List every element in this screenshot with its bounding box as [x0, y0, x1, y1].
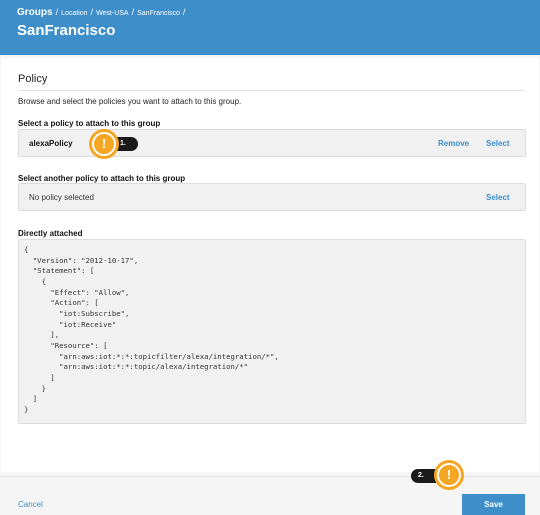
another-policy-field: No policy selected Select [18, 183, 526, 211]
remove-policy-link[interactable]: Remove [438, 139, 469, 148]
attached-policy-name: alexaPolicy [29, 139, 73, 148]
directly-attached-label: Directly attached [18, 229, 83, 238]
policy-panel: Policy Browse and select the policies yo… [1, 58, 539, 472]
breadcrumb-sanfrancisco[interactable]: SanFrancisco [137, 10, 180, 17]
section-divider [18, 90, 525, 91]
breadcrumb-separator: / [182, 7, 186, 17]
page-header: Groups / Location / West-USA / SanFrancisco / S… [0, 0, 540, 55]
section-description: Browse and select the policies you want … [18, 97, 242, 106]
another-policy-label: Select another policy to attach to this … [18, 174, 186, 183]
policy-json: { "Version": "2012-10-17", "Statement": … [24, 245, 279, 414]
section-title: Policy [18, 73, 48, 85]
page-title: SanFrancisco [17, 22, 116, 39]
breadcrumb-west-usa[interactable]: West-USA [96, 10, 129, 17]
warning-icon: ! [92, 132, 116, 156]
breadcrumb: Groups / Location / West-USA / SanFrancisco / [17, 7, 188, 18]
policy-document: { "Version": "2012-10-17", "Statement": … [18, 239, 526, 424]
breadcrumb-location[interactable]: Location [61, 10, 87, 17]
select-another-policy-link[interactable]: Select [486, 193, 510, 202]
breadcrumb-separator: / [131, 7, 135, 17]
cancel-link[interactable]: Cancel [18, 500, 43, 509]
select-policy-link[interactable]: Select [486, 139, 510, 148]
breadcrumb-separator: / [55, 7, 59, 17]
attach-policy-label: Select a policy to attach to this group [18, 119, 161, 128]
breadcrumb-groups[interactable]: Groups [17, 7, 53, 18]
save-button[interactable]: Save [462, 494, 525, 515]
breadcrumb-separator: / [90, 7, 94, 17]
another-policy-value: No policy selected [29, 193, 94, 202]
warning-icon: ! [437, 463, 461, 487]
